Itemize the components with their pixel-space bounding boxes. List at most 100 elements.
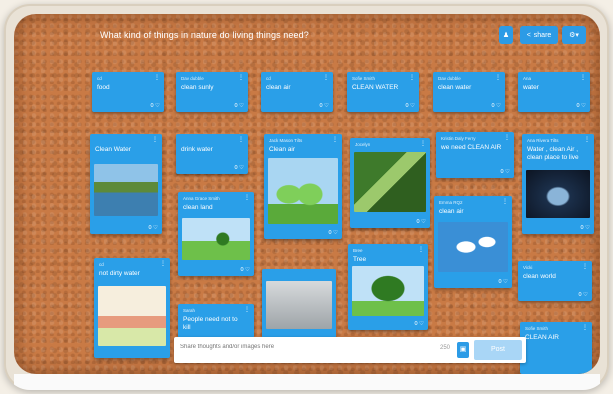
card-text: People need not to kill [183, 316, 238, 331]
heart-icon[interactable]: 0 ♡ [500, 169, 510, 175]
card-c17[interactable]: Vicki clean world ⋮ 0 ♡ [518, 261, 592, 301]
heart-icon[interactable]: 0 ♡ [498, 279, 508, 285]
heart-icon[interactable]: 0 ♡ [578, 292, 588, 298]
post-composer: 250 ▣ Post [174, 337, 526, 363]
heart-icon[interactable]: 0 ♡ [576, 103, 586, 109]
heart-icon[interactable]: 0 ♡ [405, 103, 415, 109]
menu-dots-icon[interactable]: ⋮ [244, 195, 250, 201]
card-text: food [97, 84, 110, 91]
post-button[interactable]: Post [474, 340, 522, 360]
card-text: clean world [523, 273, 556, 280]
heart-icon[interactable]: 0 ♡ [416, 219, 426, 225]
menu-dots-icon[interactable]: ⋮ [420, 141, 426, 147]
card-text: clean air [266, 84, 291, 91]
card-c19[interactable]: Sofie Smith CLEAN AIR ⋮ [520, 322, 592, 374]
heart-icon[interactable]: 0 ♡ [240, 267, 250, 273]
card-text: clean land [183, 204, 213, 211]
card-c7[interactable]: Clean Water ⋮ 0 ♡ [90, 134, 162, 234]
menu-dots-icon[interactable]: ⋮ [152, 137, 158, 143]
card-text: Tree [353, 256, 367, 263]
card-c14[interactable]: Emma RQ2 clean air ⋮ 0 ♡ [434, 196, 512, 288]
card-text: Clean Water [95, 146, 131, 153]
menu-dots-icon[interactable]: ⋮ [584, 137, 590, 143]
card-text: Water , clean Air , clean place to live [527, 146, 579, 161]
card-c1[interactable]: cd food ⋮ 0 ♡ [92, 72, 164, 112]
card-c11[interactable]: Kristin Daly Ferry we need CLEAN AIR ⋮ 0… [436, 132, 514, 178]
menu-dots-icon[interactable]: ⋮ [409, 75, 415, 81]
heart-icon[interactable]: 0 ♡ [148, 225, 158, 231]
card-author: Sarah [183, 308, 196, 313]
heart-icon[interactable]: 0 ♡ [414, 321, 424, 327]
menu-dots-icon[interactable]: ⋮ [238, 137, 244, 143]
settings-button[interactable]: ⚙▾ [562, 26, 586, 44]
card-c5[interactable]: Dav dubble clean water ⋮ 0 ♡ [433, 72, 505, 112]
card-c6[interactable]: Ana water ⋮ 0 ♡ [518, 72, 590, 112]
menu-dots-icon[interactable]: ⋮ [160, 261, 166, 267]
card-c16[interactable]: cd not dirty water ⋮ [94, 258, 170, 358]
card-author: Sofie Smith [525, 326, 549, 331]
card-text: we need CLEAN AIR [441, 144, 502, 151]
card-c15[interactable]: Bree Tree ⋮ 0 ♡ [348, 244, 428, 330]
card-text: clean water [438, 84, 472, 91]
card-c4[interactable]: Sofie Smith CLEAN WATER ⋮ 0 ♡ [347, 72, 419, 112]
menu-dots-icon[interactable]: ⋮ [580, 75, 586, 81]
heart-icon[interactable]: 0 ♡ [491, 103, 501, 109]
card-author: cd [97, 76, 102, 81]
screenshot-frame: What kind of things in nature do living … [4, 4, 609, 390]
menu-dots-icon[interactable]: ⋮ [582, 325, 588, 331]
card-author: Emma RQ2 [439, 200, 463, 205]
card-author: Sofie Smith [352, 76, 376, 81]
card-c13[interactable]: Anna Grace Smith clean land ⋮ 0 ♡ [178, 192, 254, 276]
menu-dots-icon[interactable]: ⋮ [504, 135, 510, 141]
bottom-strip [14, 374, 600, 390]
card-c18[interactable]: Sarah People need not to kill ⋮ [178, 304, 254, 338]
post-input[interactable] [178, 343, 432, 351]
card-author: Vicki [523, 265, 533, 270]
share-icon: < [526, 31, 531, 39]
menu-dots-icon[interactable]: ⋮ [238, 75, 244, 81]
card-c2[interactable]: Dav dubble clean sunly ⋮ 0 ♡ [176, 72, 248, 112]
image-icon[interactable]: ▣ [457, 342, 469, 358]
card-c-mist[interactable] [262, 269, 336, 339]
menu-dots-icon[interactable]: ⋮ [323, 75, 329, 81]
card-c12[interactable]: Ana Rivera Tilts Water , clean Air , cle… [522, 134, 594, 234]
card-text: water [523, 84, 539, 91]
card-text: CLEAN WATER [352, 84, 399, 91]
card-author: Dav dubble [181, 76, 204, 81]
menu-dots-icon[interactable]: ⋮ [582, 264, 588, 270]
user-button[interactable]: ♟ [499, 26, 513, 44]
heart-icon[interactable]: 0 ♡ [234, 165, 244, 171]
board-title: What kind of things in nature do living … [100, 30, 309, 40]
card-text: CLEAN AIR [525, 334, 559, 341]
card-author: Dav dubble [438, 76, 461, 81]
card-author: Jocelyn [355, 142, 371, 147]
heart-icon[interactable]: 0 ♡ [319, 103, 329, 109]
card-author: cd [266, 76, 271, 81]
heart-icon[interactable]: 0 ♡ [580, 225, 590, 231]
menu-dots-icon[interactable]: ⋮ [502, 199, 508, 205]
person-icon: ♟ [502, 32, 510, 39]
heart-icon[interactable]: 0 ♡ [234, 103, 244, 109]
menu-dots-icon[interactable]: ⋮ [332, 137, 338, 143]
card-c10[interactable]: Jocelyn ⋮ 0 ♡ [350, 138, 430, 228]
heart-icon[interactable]: 0 ♡ [328, 230, 338, 236]
card-text: not dirty water [99, 270, 140, 277]
card-author: Ana Rivera Tilts [527, 138, 559, 143]
heart-icon[interactable]: 0 ♡ [150, 103, 160, 109]
house-drawing-image [98, 286, 166, 346]
card-c3[interactable]: cd clean air ⋮ 0 ♡ [261, 72, 333, 112]
field-image [182, 218, 250, 260]
menu-dots-icon[interactable]: ⋮ [495, 75, 501, 81]
card-c8[interactable]: drink water ⋮ 0 ♡ [176, 134, 248, 174]
menu-dots-icon[interactable]: ⋮ [418, 247, 424, 253]
tree-image [352, 266, 424, 316]
menu-dots-icon[interactable]: ⋮ [244, 307, 250, 313]
menu-dots-icon[interactable]: ⋮ [154, 75, 160, 81]
card-author: Kristin Daly Ferry [441, 136, 476, 141]
earth-image [526, 170, 590, 218]
corkboard: What kind of things in nature do living … [14, 14, 600, 374]
lungs-tree-image [268, 158, 338, 224]
card-c9[interactable]: Jack Mason Tilts Clean air ⋮ 0 ♡ [264, 134, 342, 239]
share-button[interactable]: < share [520, 26, 558, 44]
card-author: Jack Mason Tilts [269, 138, 303, 143]
